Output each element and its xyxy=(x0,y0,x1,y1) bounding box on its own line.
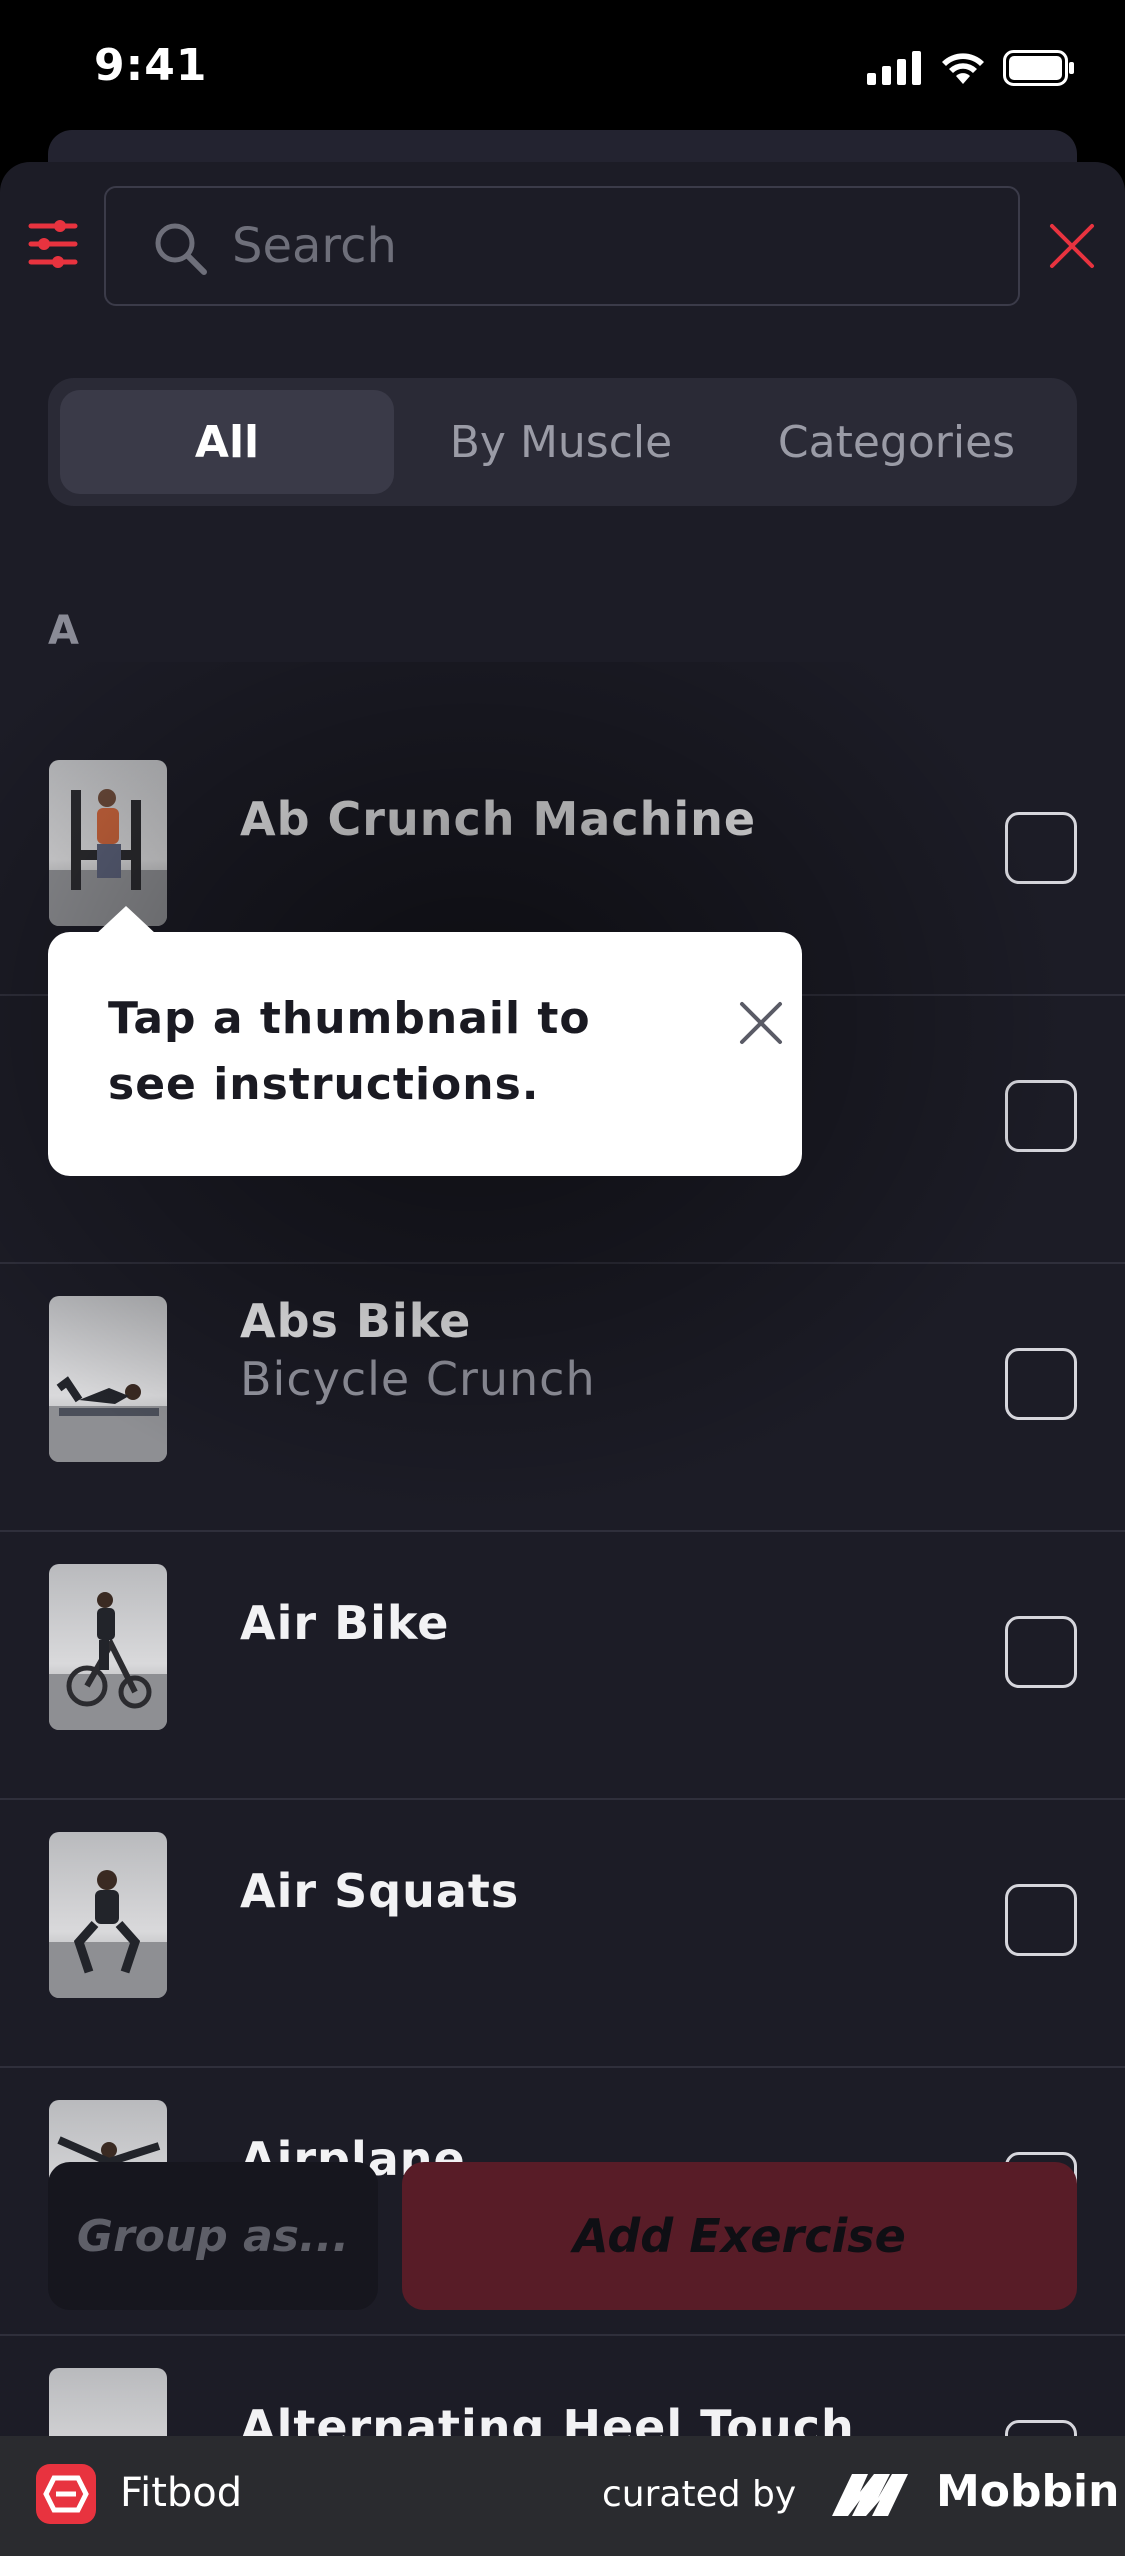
mobbin-logo-icon xyxy=(832,2474,908,2516)
tab-all[interactable]: All xyxy=(60,390,394,494)
add-exercise-button[interactable]: Add Exercise xyxy=(402,2162,1077,2310)
close-icon[interactable] xyxy=(1048,222,1096,270)
group-as-button[interactable]: Group as... xyxy=(48,2162,378,2310)
list-item[interactable]: Air Squats xyxy=(0,1802,1125,2068)
section-header: A xyxy=(48,608,79,654)
filter-icon[interactable] xyxy=(28,218,78,270)
exercise-thumbnail[interactable] xyxy=(49,1832,167,1998)
status-time: 9:41 xyxy=(94,40,208,91)
search-field[interactable] xyxy=(104,186,1020,306)
exercise-checkbox[interactable] xyxy=(1005,1080,1077,1152)
tooltip-arrow xyxy=(96,906,156,934)
exercise-name: Abs Bike xyxy=(240,1294,472,1348)
exercise-picker-sheet: All By Muscle Categories A Ab Crunch Mac… xyxy=(0,162,1125,2556)
search-icon xyxy=(155,223,207,275)
exercise-name: Air Squats xyxy=(240,1864,520,1918)
exercise-checkbox[interactable] xyxy=(1005,1884,1077,1956)
exercise-checkbox[interactable] xyxy=(1005,1348,1077,1420)
exercise-checkbox[interactable] xyxy=(1005,812,1077,884)
status-bar: 9:41 xyxy=(0,0,1125,140)
exercise-checkbox[interactable] xyxy=(1005,1616,1077,1688)
exercise-name: Air Bike xyxy=(240,1596,450,1650)
curated-by-label: curated by xyxy=(602,2474,797,2515)
search-input[interactable] xyxy=(232,210,992,282)
exercise-thumbnail[interactable] xyxy=(49,1296,167,1462)
filter-tabs: All By Muscle Categories xyxy=(48,378,1077,506)
brand-name: Mobbin xyxy=(936,2466,1120,2517)
tab-categories[interactable]: Categories xyxy=(728,390,1065,494)
list-item[interactable]: Air Bike xyxy=(0,1534,1125,1800)
thumbnail-tip-tooltip: Tap a thumbnail to see instructions. xyxy=(48,906,802,1176)
exercise-thumbnail[interactable] xyxy=(49,760,167,926)
footer-bar: Fitbod curated by Mobbin xyxy=(0,2436,1125,2556)
app-name: Fitbod xyxy=(120,2470,243,2516)
exercise-alias: Bicycle Crunch xyxy=(240,1352,596,1406)
exercise-thumbnail[interactable] xyxy=(49,1564,167,1730)
tooltip-text: Tap a thumbnail to see instructions. xyxy=(108,993,591,1110)
cellular-signal-icon xyxy=(867,51,921,85)
battery-icon xyxy=(1003,50,1074,86)
tab-by-muscle[interactable]: By Muscle xyxy=(394,390,728,494)
wifi-icon xyxy=(942,53,984,84)
close-icon[interactable] xyxy=(736,998,786,1048)
status-icons xyxy=(867,48,1075,88)
list-item[interactable]: Abs Bike Bicycle Crunch xyxy=(0,1266,1125,1532)
app-logo xyxy=(36,2464,96,2524)
exercise-name: Ab Crunch Machine xyxy=(240,792,757,846)
